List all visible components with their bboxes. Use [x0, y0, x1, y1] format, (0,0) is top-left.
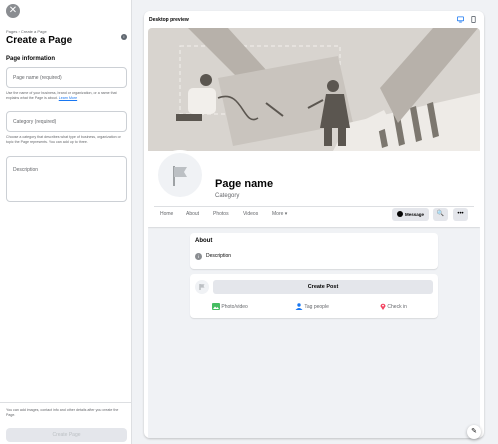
cover-illustration — [148, 28, 480, 151]
desktop-icon[interactable] — [457, 16, 464, 23]
tag-people-icon — [295, 303, 303, 310]
learn-more-link[interactable]: Learn More — [59, 96, 77, 100]
profile-picture[interactable] — [155, 150, 205, 200]
create-post-card: Create Post Photo/video Tag people Check… — [190, 274, 438, 318]
tag-people-label: Tag people — [304, 303, 329, 310]
tab-home[interactable]: Home — [160, 211, 173, 217]
preview-card: Desktop preview Page name Category Home … — [144, 11, 484, 438]
breadcrumb: Pages › Create a Page — [6, 29, 47, 34]
create-page-sidebar: ✕ Pages › Create a Page Create a Page i … — [0, 0, 132, 444]
mobile-icon[interactable] — [470, 16, 477, 23]
flag-icon — [199, 284, 205, 290]
page-name: Page name — [215, 178, 274, 190]
bottom-note: You can add images, contact info and oth… — [6, 408, 119, 417]
page-preview: Page name Category Home About Photos Vid… — [148, 28, 480, 438]
more-options-button[interactable]: ••• — [453, 208, 468, 221]
tab-about[interactable]: About — [186, 211, 199, 217]
location-pin-icon — [380, 303, 386, 310]
messenger-icon — [396, 211, 403, 217]
about-title: About — [195, 238, 213, 244]
tab-more[interactable]: More ▾ — [272, 211, 287, 217]
check-in-action[interactable]: Check in — [380, 303, 407, 310]
page-name-help: Use the name of your business, brand or … — [6, 91, 128, 100]
photo-video-label: Photo/video — [221, 303, 248, 310]
tag-people-action[interactable]: Tag people — [295, 303, 329, 310]
photo-video-action[interactable]: Photo/video — [212, 303, 248, 310]
page-title: Create a Page — [6, 35, 73, 46]
create-page-button[interactable]: Create Page — [6, 428, 127, 442]
footer-divider — [0, 402, 132, 403]
info-icon: i — [195, 253, 202, 260]
category-help: Choose a category that describes what ty… — [6, 135, 121, 144]
preview-title: Desktop preview — [149, 17, 189, 23]
message-button[interactable]: Message — [392, 208, 429, 221]
section-title: Page information — [6, 56, 56, 62]
search-button[interactable]: 🔍 — [433, 208, 448, 221]
tab-photos[interactable]: Photos — [213, 211, 229, 217]
category-input[interactable]: Category (required) — [6, 111, 127, 132]
tabs-divider — [154, 206, 474, 207]
tab-videos[interactable]: Videos — [243, 211, 258, 217]
flag-icon — [173, 166, 187, 186]
about-description: Description — [206, 253, 232, 259]
page-category: Category — [215, 193, 240, 199]
page-avatar-small — [195, 280, 209, 294]
about-card: About i Description — [190, 233, 438, 269]
check-in-label: Check in — [387, 303, 407, 310]
info-icon[interactable]: i — [121, 34, 127, 40]
description-textarea[interactable]: Description — [6, 156, 127, 202]
photo-icon — [212, 303, 220, 310]
close-button[interactable]: ✕ — [6, 4, 20, 18]
create-post-button[interactable]: Create Post — [213, 280, 433, 294]
page-name-input[interactable]: Page name (required) — [6, 67, 127, 88]
edit-icon[interactable]: ✎ — [467, 425, 481, 439]
message-label: Message — [404, 212, 424, 217]
